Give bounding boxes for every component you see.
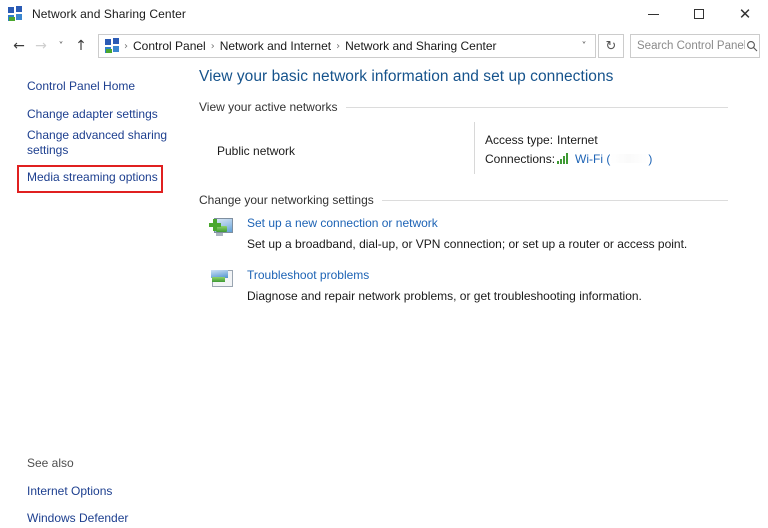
network-sharing-center-window: Network and Sharing Center ✕ ← → ˅ ↑ › C…	[0, 0, 768, 528]
section-label: View your active networks	[199, 100, 338, 114]
task-troubleshoot-problems: Troubleshoot problems Diagnose and repai…	[199, 266, 728, 305]
sidebar-item-change-advanced-sharing-settings[interactable]: Change advanced sharing settings	[0, 125, 170, 161]
troubleshoot-icon	[209, 268, 235, 292]
breadcrumb-item-control-panel[interactable]: Control Panel	[129, 39, 210, 53]
forward-button[interactable]: →	[30, 33, 52, 59]
connections-row: Connections: Wi-Fi ()	[485, 149, 652, 168]
refresh-button[interactable]: ↻	[598, 34, 624, 58]
window-title: Network and Sharing Center	[32, 7, 187, 21]
access-type-value: Internet	[557, 132, 598, 147]
active-network-details: Access type: Internet Connections: Wi-Fi…	[475, 120, 652, 182]
sidebar-item-windows-defender-firewall[interactable]: Windows Defender Firewall	[0, 508, 170, 528]
network-icon	[8, 6, 24, 22]
task-description: Diagnose and repair network problems, or…	[247, 289, 642, 303]
redacted-network-name	[610, 154, 649, 163]
recent-locations-chevron-down-icon[interactable]: ˅	[52, 33, 70, 59]
sidebar-item-change-adapter-settings[interactable]: Change adapter settings	[0, 104, 170, 125]
access-type-row: Access type: Internet	[485, 130, 652, 149]
search-icon	[745, 36, 759, 56]
sidebar-item-media-streaming-options[interactable]: Media streaming options	[0, 167, 170, 188]
page-title: View your basic network information and …	[199, 68, 614, 85]
sidebar: Control Panel Home Change adapter settin…	[0, 62, 190, 528]
content-area: Control Panel Home Change adapter settin…	[0, 62, 768, 528]
link-troubleshoot-problems[interactable]: Troubleshoot problems	[247, 266, 728, 284]
search-input[interactable]	[631, 40, 745, 52]
section-divider	[345, 106, 728, 108]
refresh-icon: ↻	[605, 38, 617, 54]
main-pane: View your basic network information and …	[190, 62, 768, 528]
active-network-row: Public network Access type: Internet Con…	[199, 120, 728, 182]
see-also-section: See also Internet Options Windows Defend…	[0, 453, 170, 528]
task-set-up-new-connection: Set up a new connection or network Set u…	[199, 214, 728, 253]
address-dropdown-chevron-down-icon[interactable]: ˅	[573, 35, 595, 57]
new-connection-icon	[209, 216, 235, 240]
see-also-heading: See also	[27, 456, 74, 470]
window-controls: ✕	[630, 0, 768, 28]
search-box[interactable]	[630, 34, 760, 58]
connections-label: Connections:	[485, 151, 556, 166]
sidebar-item-control-panel-home[interactable]: Control Panel Home	[0, 76, 170, 97]
maximize-button[interactable]	[676, 0, 722, 28]
section-heading-active-networks: View your active networks	[199, 100, 728, 114]
breadcrumb-item-network-and-internet[interactable]: Network and Internet	[216, 39, 335, 53]
title-bar: Network and Sharing Center ✕	[0, 0, 768, 28]
active-network-name-cell: Public network	[199, 120, 474, 182]
connection-link-suffix[interactable]: )	[648, 152, 652, 166]
minimize-button[interactable]	[630, 0, 676, 28]
up-button[interactable]: ↑	[70, 33, 92, 59]
section-heading-networking-settings: Change your networking settings	[199, 193, 728, 207]
sidebar-item-internet-options[interactable]: Internet Options	[0, 481, 170, 502]
close-icon: ✕	[738, 4, 752, 23]
navigation-bar: ← → ˅ ↑ › Control Panel › Network and In…	[0, 30, 768, 62]
access-type-label: Access type:	[485, 132, 554, 147]
address-network-icon	[105, 38, 121, 54]
wifi-signal-icon	[557, 153, 571, 164]
address-bar[interactable]: › Control Panel › Network and Internet ›…	[98, 34, 596, 58]
section-divider	[381, 199, 728, 201]
active-network-name: Public network	[217, 144, 296, 158]
task-description: Set up a broadband, dial-up, or VPN conn…	[247, 237, 688, 251]
breadcrumb-item-network-and-sharing-center[interactable]: Network and Sharing Center	[341, 39, 500, 53]
link-set-up-a-new-connection-or-network[interactable]: Set up a new connection or network	[247, 214, 728, 232]
connection-link[interactable]: Wi-Fi (	[575, 152, 610, 166]
back-button[interactable]: ←	[8, 33, 30, 59]
close-button[interactable]: ✕	[722, 0, 768, 28]
section-label: Change your networking settings	[199, 193, 374, 207]
